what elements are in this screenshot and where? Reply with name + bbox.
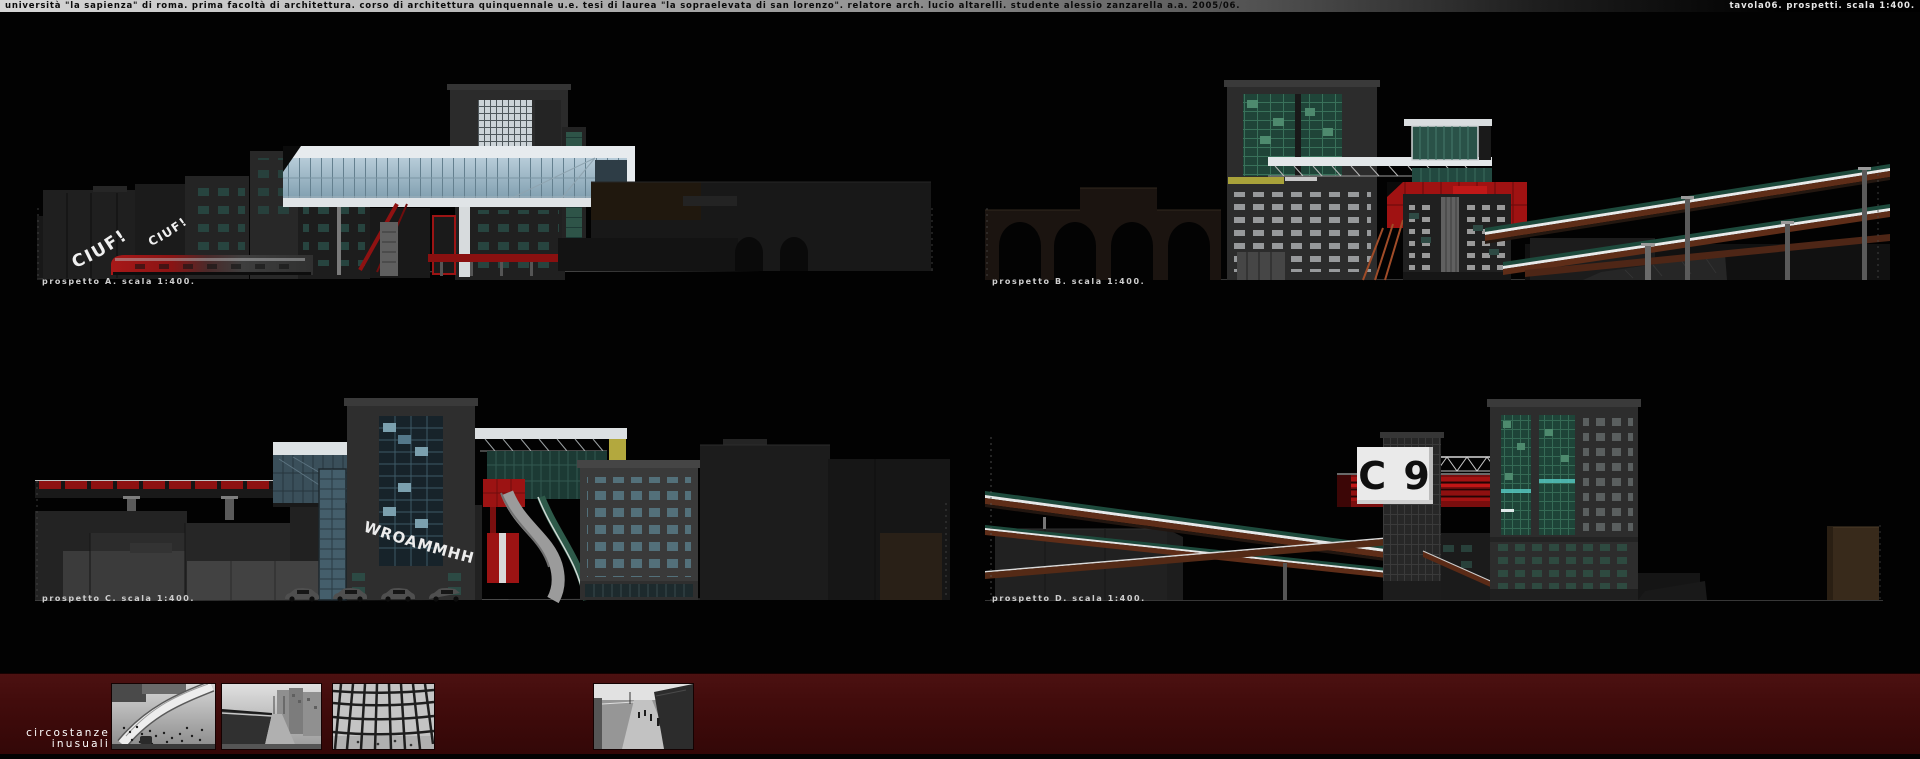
footer-band: circostanze inusuali: [0, 673, 1920, 754]
elevation-a-drawing: CIUF! CIUF!: [35, 58, 935, 283]
footer-caption: circostanze inusuali: [26, 728, 110, 750]
main-tower: [344, 398, 478, 600]
right-low-structures: [1638, 527, 1879, 600]
footer-photo-elevated-road-aerial: [112, 684, 215, 749]
glass-stair-tower: [319, 469, 346, 600]
right-wall: [558, 182, 931, 271]
title-text: università "la sapienza" di roma. prima …: [5, 1, 1240, 11]
elevation-b-drawing: [985, 58, 1890, 283]
sheet-number-text: tavola06. prospetti. scala 1:400.: [1729, 1, 1915, 11]
right-silhouettes: [700, 439, 950, 600]
elevation-a-label: prospetto A. scala 1:400.: [42, 277, 196, 286]
elevation-d-label: prospetto D. scala 1:400.: [992, 594, 1146, 603]
right-tower: [1487, 399, 1641, 600]
office-building: [577, 460, 701, 600]
glass-bridge: [283, 146, 635, 207]
white-truss: [1437, 457, 1499, 471]
elevation-c-label: prospetto C. scala 1:400.: [42, 594, 195, 603]
train: [111, 255, 313, 275]
footer-photo-street-level: [594, 684, 693, 749]
elevation-b-label: prospetto B. scala 1:400.: [992, 277, 1145, 286]
caption-line-2: inusuali: [26, 739, 110, 750]
arched-wall: [985, 188, 1221, 280]
main-building: [1224, 80, 1380, 280]
elevation-d-drawing: C 9: [985, 385, 1890, 607]
elevation-c-drawing: WROAMMHH: [35, 385, 950, 607]
c9-sign-text: C 9: [1358, 454, 1432, 498]
footer-photo-steel-grid: [333, 684, 434, 749]
footer-photo-elevated-highway: [222, 684, 321, 749]
presentation-sheet: università "la sapienza" di roma. prima …: [0, 0, 1920, 759]
title-bar: università "la sapienza" di roma. prima …: [0, 0, 1920, 12]
